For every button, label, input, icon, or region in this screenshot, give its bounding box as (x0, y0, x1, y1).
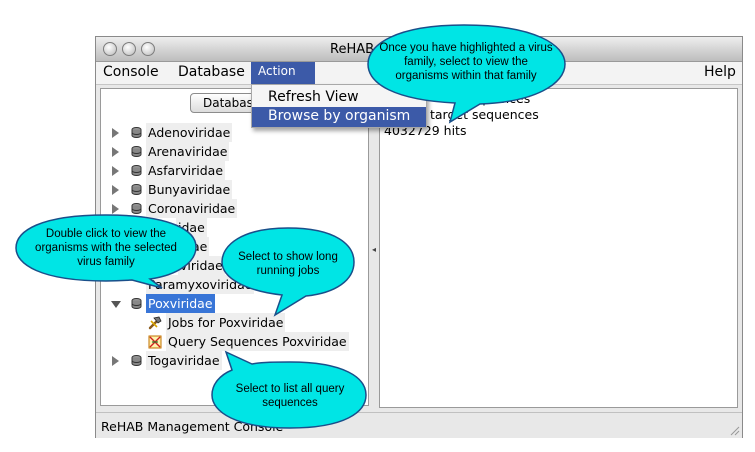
database-icon (131, 203, 142, 214)
collapse-arrow-icon[interactable] (111, 301, 121, 308)
tree-item-label: ae (190, 237, 210, 256)
menu-item-refresh-view[interactable]: Refresh View (252, 88, 426, 108)
database-icon (131, 146, 142, 157)
expand-arrow-icon[interactable] (112, 356, 119, 366)
expand-arrow-icon[interactable] (112, 166, 119, 176)
database-icon (131, 355, 142, 366)
callout-double-click-text: Double click to view the organisms with … (35, 228, 177, 268)
menu-item-label: Refresh View (268, 89, 359, 105)
jobs-hammer-icon (148, 316, 162, 330)
minimize-window-button[interactable] (122, 42, 136, 56)
expand-arrow-icon[interactable] (112, 128, 119, 138)
tree-item-label: Togaviridae (146, 351, 222, 370)
tree-item-query-sequences-poxviridae[interactable]: Query Sequences Poxviridae (112, 332, 367, 351)
tree-item-togaviridae[interactable]: Togaviridae (112, 351, 367, 370)
callout-action-text: Once you have highlighted a virus family… (379, 42, 553, 82)
tree-item-label: Jobs for Poxviridae (166, 313, 286, 332)
expand-arrow-icon[interactable] (112, 185, 119, 195)
menu-item-label: Browse by organism (268, 108, 411, 124)
callout-query-text: Select to list all query sequences (235, 383, 345, 409)
tree-item-label: Query Sequences Poxviridae (166, 332, 349, 351)
tree-item-arenaviridae[interactable]: Arenaviridae (112, 142, 367, 161)
database-icon (131, 165, 142, 176)
close-window-button[interactable] (103, 42, 117, 56)
database-icon (131, 298, 142, 309)
zoom-window-button[interactable] (141, 42, 155, 56)
tree-item-coronaviridae[interactable]: Coronaviridae (112, 199, 367, 218)
menu-console[interactable]: Console (103, 64, 159, 80)
tree-item-asfarviridae[interactable]: Asfarviridae (112, 161, 367, 180)
info-query-sequences: equences (470, 91, 531, 106)
tree-item-label: Asfarviridae (146, 161, 226, 180)
callout-jobs-text: Select to show long running jobs (238, 251, 338, 277)
tree-item-label: Bunyaviridae (146, 180, 233, 199)
query-sequences-icon (148, 335, 162, 349)
tree-item-label: Coronaviridae (146, 199, 238, 218)
tree-item-bunyaviridae[interactable]: Bunyaviridae (112, 180, 367, 199)
resize-grip-icon[interactable] (728, 424, 740, 436)
tree-item-jobs-poxviridae[interactable]: Jobs for Poxviridae (112, 313, 367, 332)
expand-arrow-icon[interactable] (112, 147, 119, 157)
window-title: ReHAB (330, 42, 375, 57)
expand-arrow-icon[interactable] (112, 204, 119, 214)
database-icon (131, 184, 142, 195)
menu-item-browse-by-organism[interactable]: Browse by organism (252, 107, 426, 127)
database-icon (131, 127, 142, 138)
tree-item-poxviridae[interactable]: Poxviridae (111, 294, 367, 313)
menu-database[interactable]: Database (178, 64, 245, 80)
tree-item-label-selected: Poxviridae (146, 294, 215, 313)
tree-item-label: Adenoviridae (146, 123, 233, 142)
divider-grip-icon[interactable]: ◂ (372, 245, 376, 254)
menu-action[interactable]: Action (251, 62, 315, 84)
menu-action-label: Action (258, 64, 296, 78)
status-text: ReHAB Management Console (101, 419, 284, 434)
info-target-sequences: target sequences (430, 107, 539, 122)
tree-item-label: Arenaviridae (146, 142, 230, 161)
menu-help[interactable]: Help (704, 64, 736, 80)
